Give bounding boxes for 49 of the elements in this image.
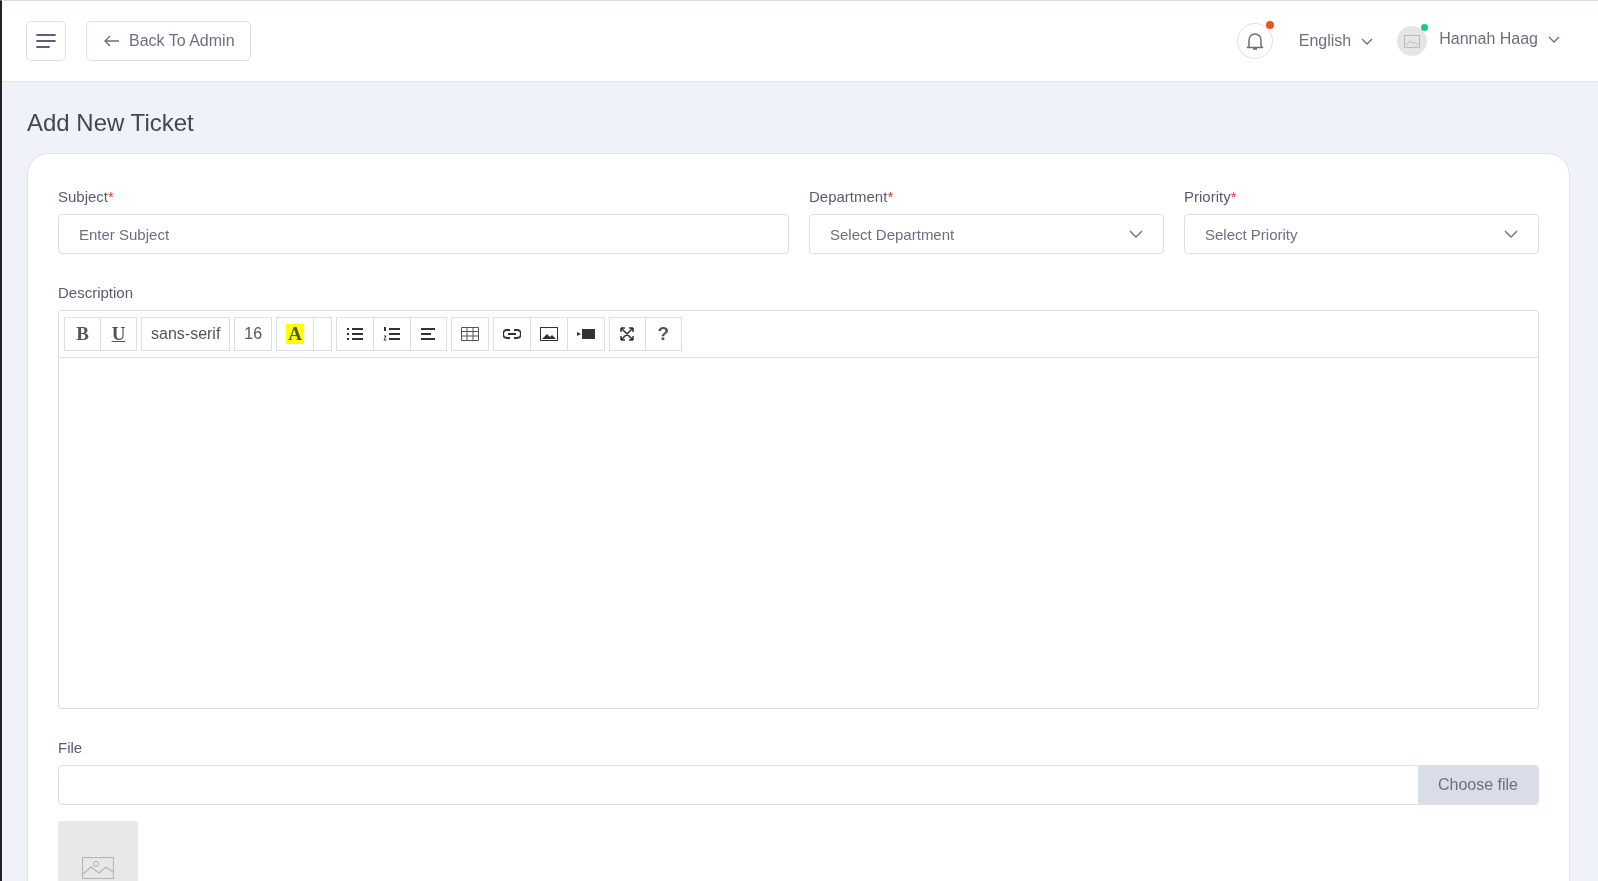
chevron-down-icon — [1361, 37, 1374, 45]
numbered-list-icon — [382, 326, 401, 342]
toolbar-dropdown[interactable]: 16 — [234, 317, 273, 351]
required-mark: * — [1230, 188, 1237, 205]
chevron-down-icon — [1504, 230, 1518, 238]
select-field[interactable]: Select Priority — [1184, 214, 1539, 254]
required-mark: * — [887, 188, 894, 205]
bullet-list-icon — [345, 327, 364, 341]
underline-button[interactable]: U — [100, 317, 137, 351]
back-button[interactable]: Back To Admin — [86, 21, 251, 61]
select-field[interactable]: Select Department — [809, 214, 1164, 254]
chevron-down-icon — [1548, 35, 1560, 43]
fullscreen-icon — [620, 327, 635, 341]
arrow-left-icon — [104, 35, 120, 47]
menu-button[interactable] — [26, 21, 66, 61]
chevron-down-icon — [1129, 230, 1143, 238]
field-label: Description — [58, 284, 135, 301]
ol-button[interactable] — [372, 317, 411, 351]
image-icon — [82, 857, 114, 879]
video-button[interactable] — [566, 317, 605, 351]
video-icon — [576, 329, 595, 339]
language-dropdown[interactable]: English — [1298, 32, 1374, 50]
link-button[interactable] — [492, 317, 531, 351]
fullscreen-button[interactable] — [608, 317, 646, 351]
field-label: Department* — [809, 188, 895, 205]
field-label: Subject* — [58, 188, 115, 205]
user-dropdown[interactable]: Hannah Haag — [1439, 30, 1560, 48]
align-left-icon — [420, 327, 437, 341]
help-button[interactable]: ? — [644, 317, 682, 351]
menu-icon — [36, 34, 56, 48]
bell-icon — [1245, 31, 1264, 51]
ul-button[interactable] — [335, 317, 374, 351]
toolbar-dropdown[interactable]: sans-serif — [141, 317, 231, 351]
required-mark: * — [108, 188, 114, 205]
subject-field[interactable]: Enter Subject — [58, 214, 789, 254]
picture-button[interactable] — [529, 317, 568, 351]
image-icon — [1404, 34, 1421, 48]
bold-button[interactable]: B — [64, 317, 101, 351]
file-input[interactable]: Choose file — [58, 765, 1539, 805]
field-label: Priority* — [1184, 188, 1238, 205]
link-icon — [502, 329, 521, 339]
table-button[interactable] — [450, 317, 489, 351]
align-button[interactable] — [409, 317, 447, 351]
image-icon — [539, 327, 558, 341]
field-label: File — [58, 739, 84, 756]
highlight-button[interactable]: A — [276, 317, 314, 351]
choose-file-button[interactable]: Choose file — [1417, 766, 1538, 804]
table-icon — [460, 327, 479, 341]
page-title: Add New Ticket — [27, 109, 195, 137]
